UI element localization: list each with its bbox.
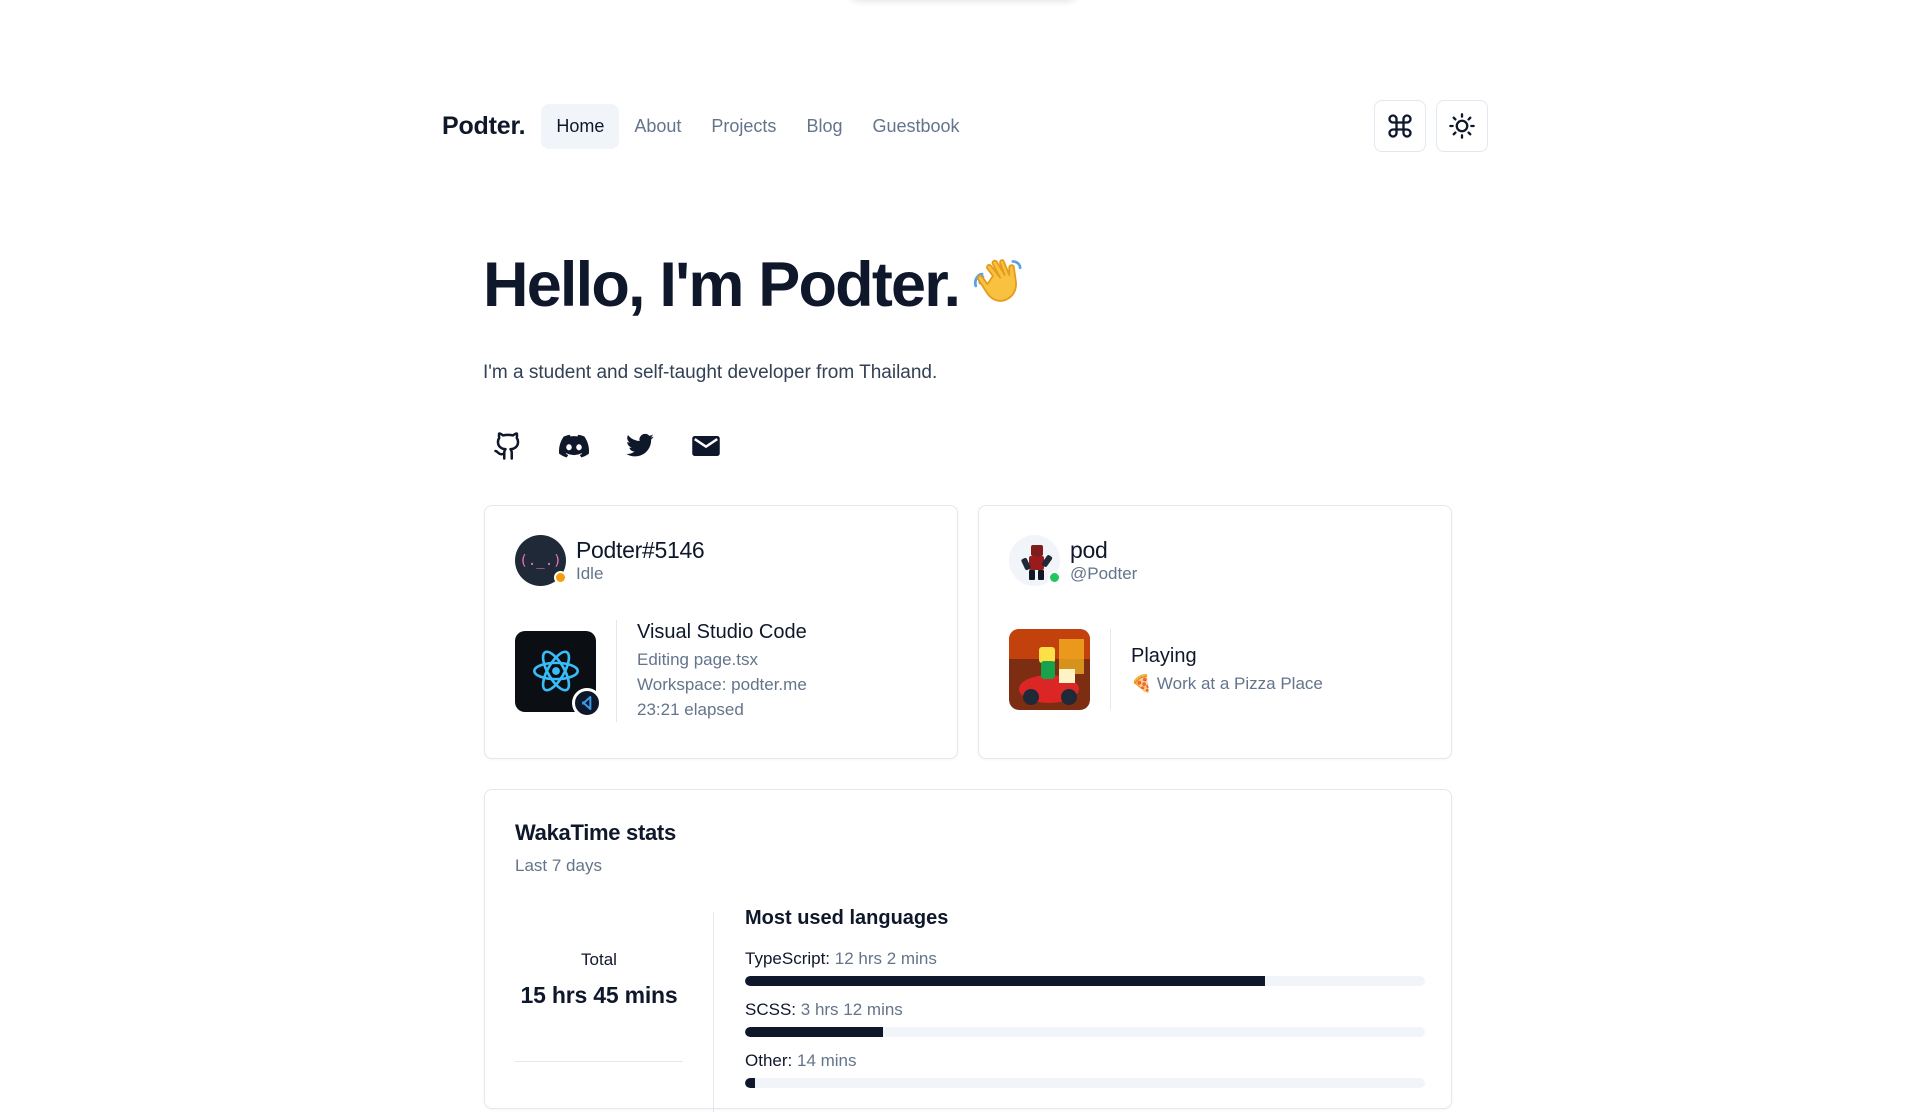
divider: [616, 620, 617, 722]
sun-icon: [1449, 113, 1475, 139]
progress-fill: [745, 976, 1265, 986]
activity-title: Visual Studio Code: [637, 621, 807, 643]
social-links: [483, 431, 1447, 461]
nav-guestbook[interactable]: Guestbook: [857, 104, 974, 149]
hero: Hello, I'm Podter. I'm a student and sel…: [483, 245, 1447, 461]
roblox-activity-text: Playing 🍕 Work at a Pizza Place: [1131, 644, 1323, 696]
pizza-place-game-image: [1009, 629, 1090, 710]
wakatime-title: WakaTime stats: [515, 820, 676, 845]
discord-profile-text: Podter#5146 Idle: [576, 536, 705, 585]
nav-blog[interactable]: Blog: [791, 104, 857, 149]
language-label: TypeScript: 12 hrs 2 mins: [745, 949, 1425, 969]
language-row: TypeScript: 12 hrs 2 mins: [745, 949, 1425, 986]
vscode-badge: [572, 687, 602, 718]
progress-fill: [745, 1027, 884, 1037]
github-link[interactable]: [493, 431, 523, 461]
wakatime-card: WakaTime stats Last 7 days Total 15 hrs …: [484, 789, 1452, 1112]
activity-detail: Editing page.tsx: [637, 650, 758, 669]
nav-left: Podter. Home About Projects Blog Guestbo…: [442, 103, 975, 149]
discord-link[interactable]: [559, 431, 589, 461]
game-thumbnail: [1009, 629, 1090, 710]
discord-status-card: (._.) Podter#5146 Idle Visual Studio Cod…: [484, 505, 958, 759]
divider: [713, 912, 714, 1112]
navbar: Podter. Home About Projects Blog Guestbo…: [442, 100, 1488, 152]
discord-status: Idle: [576, 563, 604, 583]
progress-bar: [745, 976, 1425, 986]
roblox-username: pod: [1070, 536, 1108, 563]
language-label: Other: 14 mins: [745, 1051, 1425, 1071]
nav-links: Home About Projects Blog Guestbook: [541, 103, 974, 149]
react-app-image: [515, 630, 602, 718]
roblox-activity: Playing 🍕 Work at a Pizza Place: [1009, 629, 1323, 710]
nav-projects[interactable]: Projects: [696, 104, 791, 149]
vscode-activity-text: Visual Studio Code Editing page.tsx Work…: [637, 620, 807, 722]
command-menu-button[interactable]: [1374, 100, 1426, 152]
activity-workspace: Workspace: podter.me: [637, 675, 807, 694]
language-time: 14 mins: [796, 1051, 857, 1070]
language-name: Other:: [745, 1051, 793, 1070]
roblox-profile-text: pod @Podter: [1070, 537, 1137, 585]
languages-title: Most used languages: [745, 907, 949, 929]
online-status-dot: [1048, 571, 1061, 584]
twitter-icon: [626, 433, 654, 457]
total-label: Total: [581, 950, 617, 969]
mail-icon: [692, 436, 720, 456]
game-name: 🍕 Work at a Pizza Place: [1131, 673, 1323, 693]
vscode-icon: [582, 695, 592, 710]
idle-status-dot: [554, 571, 567, 584]
hero-title: Hello, I'm Podter.: [483, 250, 961, 320]
wakatime-total: Total 15 hrs 45 mins: [515, 950, 683, 1009]
avatar: (._.): [515, 535, 567, 586]
nav-about[interactable]: About: [619, 104, 696, 149]
github-icon: [494, 432, 520, 460]
hero-subtitle: I'm a student and self-taught developer …: [483, 362, 938, 383]
command-icon: [1388, 114, 1412, 138]
discord-icon: [559, 434, 589, 458]
language-time: 3 hrs 12 mins: [800, 1000, 903, 1019]
hero-title-row: Hello, I'm Podter.: [483, 245, 1447, 325]
brand-logo[interactable]: Podter.: [442, 112, 526, 141]
language-label: SCSS: 3 hrs 12 mins: [745, 1000, 1425, 1020]
theme-toggle-button[interactable]: [1436, 100, 1488, 152]
react-icon: [532, 650, 579, 692]
waving-hand-icon: [974, 259, 1022, 302]
activity-title: Playing: [1131, 644, 1197, 667]
progress-bar: [745, 1027, 1425, 1037]
twitter-link[interactable]: [625, 431, 655, 461]
language-name: SCSS:: [745, 1000, 797, 1019]
activity-elapsed: 23:21 elapsed: [637, 700, 744, 719]
language-row: SCSS: 3 hrs 12 mins: [745, 1000, 1425, 1037]
roblox-handle: @Podter: [1070, 563, 1138, 583]
language-time: 12 hrs 2 mins: [834, 949, 937, 968]
avatar-face: (._.): [519, 552, 562, 569]
vscode-activity: Visual Studio Code Editing page.tsx Work…: [515, 620, 807, 722]
roblox-status-card: pod @Podter Playing 🍕 Work at a Pizza Pl…: [978, 505, 1452, 759]
language-name: TypeScript:: [745, 949, 831, 968]
divider: [1110, 629, 1111, 710]
total-value: 15 hrs 45 mins: [520, 982, 678, 1008]
avatar: [1009, 535, 1061, 586]
most-used-languages: Most used languages TypeScript: 12 hrs 2…: [745, 907, 1425, 1102]
nav-right: [1374, 100, 1488, 152]
discord-username: Podter#5146: [576, 536, 705, 563]
roblox-profile: pod @Podter: [1009, 535, 1137, 586]
language-row: Other: 14 mins: [745, 1051, 1425, 1088]
nav-home[interactable]: Home: [541, 103, 620, 149]
email-link[interactable]: [691, 431, 721, 461]
wakatime-subtitle: Last 7 days: [515, 856, 602, 875]
discord-profile: (._.) Podter#5146 Idle: [515, 535, 705, 586]
divider: [515, 1061, 683, 1062]
